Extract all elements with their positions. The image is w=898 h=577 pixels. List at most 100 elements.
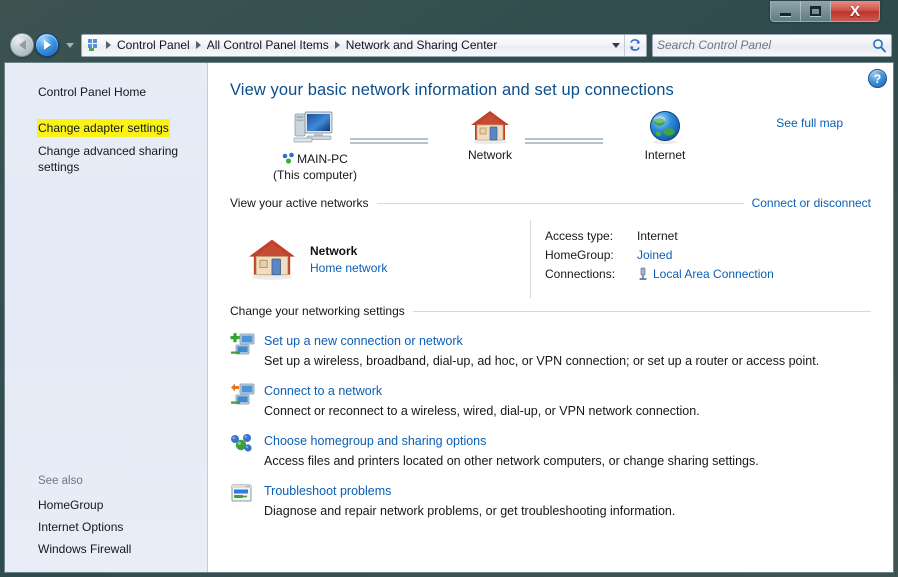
back-button[interactable] — [10, 33, 34, 57]
networking-settings-list: Set up a new connection or network Set u… — [230, 332, 871, 518]
maximize-button[interactable] — [801, 1, 831, 21]
setting-item-body: Choose homegroup and sharing options Acc… — [264, 432, 871, 468]
detail-row-connections: Connections: Local Area Connection — [545, 264, 774, 283]
sidebar-item-change-adapter-settings[interactable]: Change adapter settings — [5, 117, 207, 139]
close-icon: X — [849, 2, 860, 20]
setting-item-troubleshoot-problems[interactable]: Troubleshoot problems Diagnose and repai… — [230, 482, 871, 518]
maximize-icon — [810, 6, 821, 16]
setting-link[interactable]: Connect to a network — [264, 384, 382, 398]
section-rule — [412, 310, 871, 312]
setting-item-connect-to-network[interactable]: Connect to a network Connect or reconnec… — [230, 382, 871, 418]
home-network-icon — [246, 236, 298, 282]
local-area-connection-link[interactable]: Local Area Connection — [653, 267, 774, 281]
detail-row-homegroup: HomeGroup: Joined — [545, 245, 774, 264]
setting-description: Connect or reconnect to a wireless, wire… — [264, 404, 700, 418]
forward-button[interactable] — [35, 33, 59, 57]
sidebar-item-label: Change adapter settings — [38, 120, 169, 136]
sidebar-item-label: Change advanced sharing settings — [38, 144, 179, 174]
sidebar-item-homegroup[interactable]: HomeGroup — [5, 494, 207, 516]
active-network-text: Network Home network — [310, 244, 387, 275]
setting-item-body: Set up a new connection or network Set u… — [264, 332, 871, 368]
sidebar-item-windows-firewall[interactable]: Windows Firewall — [5, 538, 207, 560]
setting-link[interactable]: Troubleshoot problems — [264, 484, 391, 498]
active-networks-body: Network Home network Access type: Intern… — [230, 220, 871, 298]
close-button[interactable]: X — [831, 1, 879, 21]
see-also-title: See also — [38, 475, 83, 487]
section-rule — [376, 202, 744, 204]
setting-link[interactable]: Set up a new connection or network — [264, 334, 463, 348]
section-title: Change your networking settings — [230, 304, 405, 318]
detail-row-access-type: Access type: Internet — [545, 226, 774, 245]
content-pane: ? View your basic network information an… — [208, 63, 893, 572]
setting-description: Set up a wireless, broadband, dial-up, a… — [264, 354, 820, 368]
address-bar[interactable]: Control Panel All Control Panel Items Ne… — [81, 33, 647, 57]
breadcrumb-item-network-and-sharing-center[interactable]: Network and Sharing Center — [342, 36, 501, 54]
setting-link[interactable]: Choose homegroup and sharing options — [264, 434, 486, 448]
sidebar: Control Panel Home Change adapter settin… — [5, 63, 208, 572]
internet-globe-icon — [610, 108, 720, 146]
recent-pages-button[interactable] — [63, 35, 77, 55]
setting-description: Diagnose and repair network problems, or… — [264, 504, 676, 518]
see-also-section: See also HomeGroup Internet Options Wind… — [5, 475, 207, 560]
breadcrumb-item-control-panel[interactable]: Control Panel — [113, 36, 194, 54]
active-network-type-link[interactable]: Home network — [310, 261, 387, 275]
minimize-button[interactable] — [771, 1, 801, 21]
page-title: View your basic network information and … — [230, 81, 674, 99]
search-box[interactable] — [652, 33, 892, 57]
client-area: Control Panel Home Change adapter settin… — [4, 62, 894, 573]
map-node-sublabel: (This computer) — [272, 168, 358, 182]
connect-or-disconnect-link[interactable]: Connect or disconnect — [752, 196, 871, 210]
title-bar: X — [0, 0, 898, 28]
help-button[interactable]: ? — [868, 69, 887, 88]
refresh-icon — [629, 39, 640, 51]
refresh-button[interactable] — [624, 34, 644, 56]
window-controls: X — [770, 1, 880, 22]
active-network-entry: Network Home network — [230, 220, 530, 298]
network-badge-icon — [282, 152, 295, 165]
map-node-label: Network — [467, 148, 512, 162]
active-network-details: Access type: Internet HomeGroup: Joined … — [530, 220, 774, 298]
detail-label: Connections: — [545, 266, 616, 281]
homegroup-icon — [230, 432, 264, 468]
search-icon[interactable] — [872, 38, 887, 53]
section-title: View your active networks — [230, 196, 369, 210]
navigation-bar: Control Panel All Control Panel Items Ne… — [0, 28, 898, 62]
map-node-network[interactable]: Network — [435, 108, 545, 162]
map-node-this-computer[interactable]: MAIN-PC (This computer) — [260, 108, 370, 182]
active-network-name: Network — [310, 243, 358, 258]
back-arrow-icon — [18, 40, 26, 50]
forward-arrow-icon — [43, 40, 51, 50]
chevron-down-icon — [611, 42, 620, 48]
detail-value: Internet — [637, 228, 678, 243]
map-node-label: Internet — [644, 148, 686, 162]
sidebar-item-change-advanced-sharing-settings[interactable]: Change advanced sharing settings — [5, 140, 207, 178]
breadcrumb-item-all-control-panel-items[interactable]: All Control Panel Items — [203, 36, 333, 54]
map-node-internet[interactable]: Internet — [610, 108, 720, 162]
troubleshoot-icon — [230, 482, 264, 518]
address-dropdown-button[interactable] — [607, 35, 624, 56]
new-connection-icon — [230, 332, 264, 368]
see-full-map-link[interactable]: See full map — [776, 116, 843, 130]
detail-label: HomeGroup: — [545, 247, 614, 262]
connect-network-icon — [230, 382, 264, 418]
active-networks-header: View your active networks Connect or dis… — [230, 196, 871, 210]
breadcrumb-separator — [334, 41, 340, 49]
map-node-label: MAIN-PC — [260, 152, 370, 166]
setting-item-homegroup-sharing[interactable]: Choose homegroup and sharing options Acc… — [230, 432, 871, 468]
setting-item-body: Connect to a network Connect or reconnec… — [264, 382, 871, 418]
sidebar-item-control-panel-home[interactable]: Control Panel Home — [5, 81, 207, 103]
control-panel-icon — [86, 37, 102, 53]
sidebar-item-internet-options[interactable]: Internet Options — [5, 516, 207, 538]
homegroup-joined-link[interactable]: Joined — [637, 248, 672, 262]
setting-item-set-up-new-connection[interactable]: Set up a new connection or network Set u… — [230, 332, 871, 368]
chevron-down-icon — [66, 42, 74, 48]
minimize-icon — [780, 12, 791, 16]
network-map: MAIN-PC (This computer) Network Internet… — [230, 108, 871, 190]
detail-label: Access type: — [545, 228, 614, 243]
search-input[interactable] — [657, 38, 872, 52]
home-network-icon — [435, 108, 545, 146]
breadcrumb-separator — [106, 41, 111, 49]
breadcrumb-separator — [195, 41, 201, 49]
setting-description: Access files and printers located on oth… — [264, 454, 759, 468]
nav-buttons — [10, 33, 77, 57]
